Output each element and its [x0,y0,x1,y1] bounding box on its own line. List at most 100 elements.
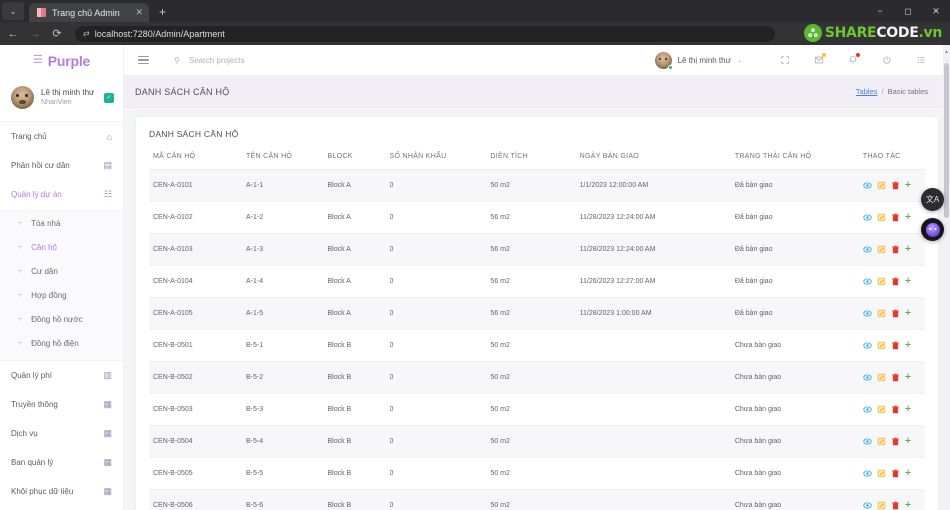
edit-pencil-icon[interactable] [877,245,886,254]
user-menu[interactable]: Lê thị minh thư ⌄ [654,51,742,70]
delete-trash-icon[interactable] [891,213,900,222]
ai-assistant-button[interactable] [921,218,944,241]
add-row-icon[interactable]: + [905,500,911,510]
add-row-icon[interactable]: + [905,436,911,447]
brand-logo[interactable]: ☰ Purple [0,45,123,76]
view-eye-icon[interactable] [863,373,872,382]
scroll-up-arrow[interactable]: ▲ [944,49,949,55]
delete-trash-icon[interactable] [891,373,900,382]
delete-trash-icon[interactable] [891,245,900,254]
table-row[interactable]: CEN-A-0102 A-1-2 Block A 0 56 m2 11/28/2023 1… [149,201,925,234]
delete-trash-icon[interactable] [891,469,900,478]
mail-icon[interactable] [802,45,836,76]
sidebar-item-truyen-thong[interactable]: Truyền thông ▦ [0,390,123,419]
table-header-row: MÃ CĂN HỘ TÊN CĂN HỘ BLOCK SỐ NHÂN KHẨU … [149,153,925,170]
sidebar-subitem-cu-dan[interactable]: + Cư dân [0,259,123,283]
delete-trash-icon[interactable] [891,405,900,414]
sidebar-item-ban-quan-ly[interactable]: Ban quản lý ▦ [0,448,123,477]
sidebar-item-quan-ly-du-an[interactable]: Quản lý dự án ☷ [0,180,123,209]
table-row[interactable]: CEN-B-0503 B-5-3 Block B 0 50 m2 Chưa bàn gia… [149,393,925,426]
delete-trash-icon[interactable] [891,501,900,510]
delete-trash-icon[interactable] [891,181,900,190]
site-settings-icon[interactable]: ⇄ [83,29,90,38]
browser-tab[interactable]: Trang chủ Admin ✕ [29,3,149,22]
table-row[interactable]: CEN-A-0101 A-1-1 Block A 0 50 m2 1/1/2023 12:… [149,169,925,202]
sidebar-item-quan-ly-phi[interactable]: Quản lý phí ▥ [0,361,123,390]
view-eye-icon[interactable] [863,277,872,286]
add-row-icon[interactable]: + [905,276,911,287]
back-icon[interactable]: ← [6,28,20,40]
page-scrollbar[interactable]: ▲ [943,45,950,510]
hamburger-icon[interactable] [138,55,149,65]
edit-pencil-icon[interactable] [877,373,886,382]
view-eye-icon[interactable] [863,501,872,510]
table-row[interactable]: CEN-B-0501 B-5-1 Block B 0 50 m2 Chưa bàn gia… [149,329,925,362]
scroll-thumb[interactable] [944,63,949,218]
maximize-icon[interactable]: ◻ [894,0,922,22]
tab-list-icon[interactable]: ⌄ [2,2,24,20]
sidebar-subitem-hop-dong[interactable]: + Hợp đồng [0,283,123,307]
edit-pencil-icon[interactable] [877,501,886,510]
sidebar-subitem-dong-ho-nuoc[interactable]: + Đồng hồ nước [0,307,123,331]
bell-icon[interactable] [836,45,870,76]
edit-pencil-icon[interactable] [877,277,886,286]
view-eye-icon[interactable] [863,341,872,350]
add-row-icon[interactable]: + [905,244,911,255]
sidebar-item-trang-chu[interactable]: Trang chủ ⌂ [0,122,123,151]
sidebar-subitem-dong-ho-dien[interactable]: + Đồng hồ điện [0,331,123,355]
delete-trash-icon[interactable] [891,341,900,350]
cell-trang-thai: Chưa bàn giao [734,425,863,458]
add-row-icon[interactable]: + [905,404,911,415]
table-row[interactable]: CEN-A-0103 A-1-3 Block A 0 56 m2 11/28/2023 1… [149,233,925,266]
edit-pencil-icon[interactable] [877,181,886,190]
table-row[interactable]: CEN-B-0506 B-5-6 Block B 0 50 m2 Chưa bàn gia… [149,489,925,510]
sidebar-subitem-toa-nha[interactable]: + Tòa nhà [0,211,123,235]
table-row[interactable]: CEN-B-0502 B-5-2 Block B 0 50 m2 Chưa bàn gia… [149,361,925,394]
view-eye-icon[interactable] [863,437,872,446]
sidebar-item-khoi-phuc-du-lieu[interactable]: Khôi phục dữ liệu ▦ [0,477,123,506]
power-icon[interactable] [870,45,904,76]
close-icon[interactable]: ✕ [135,8,143,17]
delete-trash-icon[interactable] [891,437,900,446]
view-eye-icon[interactable] [863,309,872,318]
view-eye-icon[interactable] [863,181,872,190]
list-icon[interactable] [904,45,938,76]
cell-so-nhan-khau: 0 [389,457,491,490]
table-row[interactable]: CEN-B-0505 B-5-5 Block B 0 50 m2 Chưa bàn gia… [149,457,925,490]
new-tab-button[interactable]: + [159,5,166,19]
breadcrumb-link-tables[interactable]: Tables [856,87,878,96]
address-bar[interactable]: ⇄ localhost:7280/Admin/Apartment [75,25,775,42]
edit-pencil-icon[interactable] [877,341,886,350]
delete-trash-icon[interactable] [891,309,900,318]
sidebar-subitem-can-ho[interactable]: + Căn hộ [0,235,123,259]
delete-trash-icon[interactable] [891,277,900,286]
edit-pencil-icon[interactable] [877,437,886,446]
sidebar-profile[interactable]: Lê thị minh thư NhanVien ✓ [0,76,123,122]
add-row-icon[interactable]: + [905,372,911,383]
view-eye-icon[interactable] [863,405,872,414]
close-window-icon[interactable]: ✕ [922,0,950,22]
reload-icon[interactable]: ⟳ [50,27,64,40]
sidebar-item-phan-hoi-cu-dan[interactable]: Phản hồi cư dân ▤ [0,151,123,180]
fullscreen-icon[interactable] [768,45,802,76]
add-row-icon[interactable]: + [905,180,911,191]
view-eye-icon[interactable] [863,469,872,478]
edit-pencil-icon[interactable] [877,469,886,478]
sidebar-item-dich-vu[interactable]: Dịch vụ ▦ [0,419,123,448]
edit-pencil-icon[interactable] [877,405,886,414]
edit-pencil-icon[interactable] [877,213,886,222]
edit-pencil-icon[interactable] [877,309,886,318]
table-row[interactable]: CEN-A-0105 A-1-5 Block A 0 56 m2 11/28/2023 1… [149,297,925,330]
table-row[interactable]: CEN-A-0104 A-1-4 Block A 0 56 m2 11/26/2023 1… [149,265,925,298]
add-row-icon[interactable]: + [905,468,911,479]
search-input[interactable] [188,55,389,65]
view-eye-icon[interactable] [863,245,872,254]
view-eye-icon[interactable] [863,213,872,222]
forward-icon[interactable]: → [28,28,42,40]
translate-button[interactable]: 文A [921,188,944,211]
minimize-icon[interactable]: − [866,0,894,22]
add-row-icon[interactable]: + [905,308,911,319]
table-row[interactable]: CEN-B-0504 B-5-4 Block B 0 50 m2 Chưa bàn gia… [149,425,925,458]
add-row-icon[interactable]: + [905,212,911,223]
add-row-icon[interactable]: + [905,340,911,351]
